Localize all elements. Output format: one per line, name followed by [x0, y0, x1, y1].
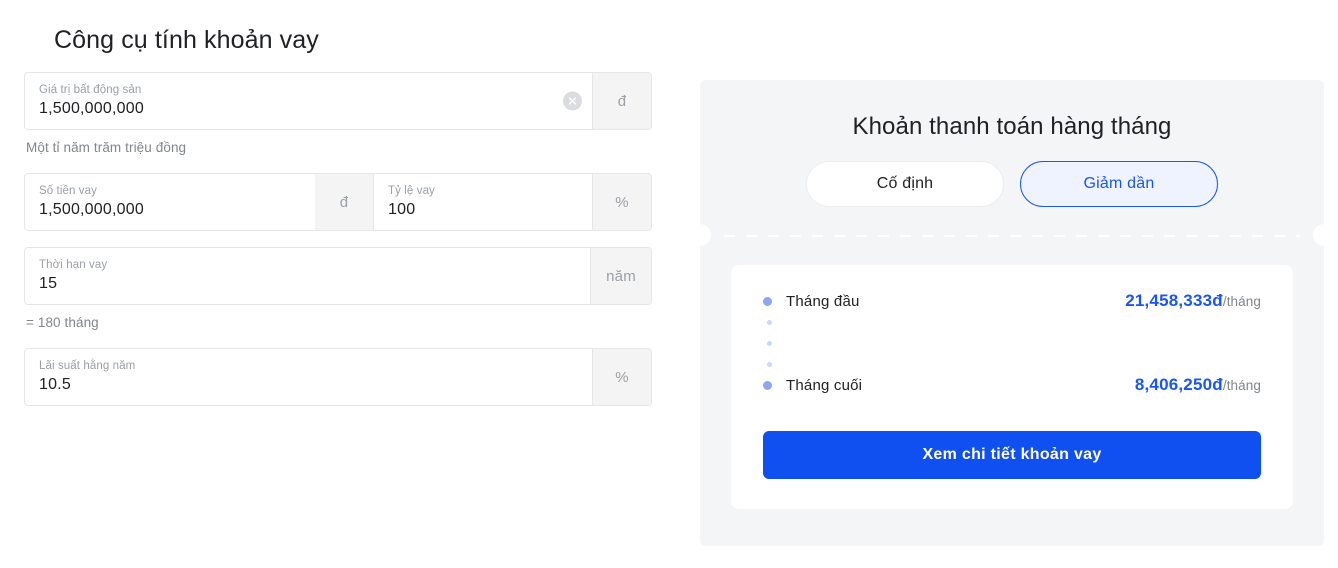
loan-amount-ratio-field-row[interactable]: Số tiền vay 1,500,000,000 đ Tỷ lệ vay 10…	[24, 173, 652, 231]
view-loan-details-button[interactable]: Xem chi tiết khoản vay	[763, 431, 1261, 479]
perforation-notch-left	[689, 224, 711, 246]
bullet-dot-icon	[763, 380, 772, 390]
payment-type-toggle-group: Cố định Giảm dần	[700, 161, 1324, 207]
property-value-input[interactable]: Giá trị bất động sản 1,500,000,000	[25, 73, 592, 129]
field-group-loan-amount-ratio: Số tiền vay 1,500,000,000 đ Tỷ lệ vay 10…	[24, 173, 652, 231]
ellipsis-dot-icon	[767, 362, 772, 367]
loan-amount-input[interactable]: Số tiền vay 1,500,000,000	[25, 174, 315, 230]
first-month-amount: 21,458,333đ	[1125, 291, 1223, 310]
loan-ratio-label: Tỷ lệ vay	[388, 185, 435, 197]
interest-rate-field-row[interactable]: Lãi suất hằng năm 10.5 %	[24, 348, 652, 406]
ellipsis-dot-icon	[767, 320, 772, 325]
field-group-loan-term: Thời hạn vay 15 năm = 180 tháng	[24, 247, 652, 332]
payment-result-list: Tháng đầu 21,458,333đ/tháng Tháng cuối 8…	[763, 289, 1261, 397]
page-title: Công cụ tính khoản vay	[54, 26, 319, 54]
result-row-label-group: Tháng cuối	[763, 377, 862, 394]
ticket-perforation-divider	[689, 224, 1335, 246]
loan-term-label: Thời hạn vay	[39, 259, 108, 271]
loan-calculator-form: Công cụ tính khoản vay Giá trị bất động …	[24, 0, 652, 406]
last-month-label: Tháng cuối	[786, 376, 863, 394]
loan-term-field-row[interactable]: Thời hạn vay 15 năm	[24, 247, 652, 305]
close-circle-icon[interactable]	[563, 91, 582, 111]
loan-amount-value: 1,500,000,000	[39, 201, 144, 218]
last-month-unit: /tháng	[1222, 378, 1261, 393]
loan-term-suffix: năm	[590, 248, 651, 304]
last-month-amount-group: 8,406,250đ/tháng	[1135, 375, 1261, 395]
monthly-payment-panel: Khoản thanh toán hàng tháng Cố định Giảm…	[689, 80, 1335, 546]
loan-term-helper-text: = 180 tháng	[26, 315, 99, 330]
result-row-label-group: Tháng đầu	[763, 293, 860, 310]
result-row-first-month: Tháng đầu 21,458,333đ/tháng	[763, 289, 1261, 313]
perforation-dashed-line	[724, 235, 1300, 237]
loan-amount-label: Số tiền vay	[39, 185, 97, 197]
field-group-property-value: Giá trị bất động sản 1,500,000,000 đ Một…	[24, 72, 652, 157]
loan-amount-suffix: đ	[315, 174, 374, 230]
property-value-value: 1,500,000,000	[39, 100, 144, 117]
ellipsis-dot-icon	[767, 341, 772, 346]
last-month-amount: 8,406,250đ	[1134, 375, 1223, 394]
loan-ratio-value: 100	[388, 201, 416, 218]
bullet-dot-icon	[763, 296, 772, 306]
property-value-field-row[interactable]: Giá trị bất động sản 1,500,000,000 đ	[24, 72, 652, 130]
loan-ratio-suffix: %	[592, 174, 651, 230]
interest-rate-suffix: %	[592, 349, 651, 405]
property-value-helper-text: Một tỉ năm trăm triệu đồng	[26, 140, 187, 155]
property-value-suffix: đ	[592, 73, 651, 129]
result-row-last-month: Tháng cuối 8,406,250đ/tháng	[763, 373, 1261, 397]
first-month-label: Tháng đầu	[786, 292, 860, 310]
toggle-fixed-payment[interactable]: Cố định	[806, 161, 1004, 207]
loan-term-value: 15	[39, 275, 58, 292]
property-value-label: Giá trị bất động sản	[39, 84, 142, 96]
field-group-interest-rate: Lãi suất hằng năm 10.5 %	[24, 348, 652, 406]
loan-term-input[interactable]: Thời hạn vay 15	[25, 248, 590, 304]
ellipsis-dots-group	[763, 313, 1261, 373]
first-month-amount-group: 21,458,333đ/tháng	[1125, 291, 1261, 311]
first-month-unit: /tháng	[1222, 294, 1261, 309]
perforation-notch-right	[1313, 224, 1335, 246]
result-card: Tháng đầu 21,458,333đ/tháng Tháng cuối 8…	[731, 265, 1293, 509]
loan-ratio-input[interactable]: Tỷ lệ vay 100	[374, 174, 592, 230]
interest-rate-input[interactable]: Lãi suất hằng năm 10.5	[25, 349, 592, 405]
panel-heading: Khoản thanh toán hàng tháng	[852, 113, 1172, 140]
interest-rate-label: Lãi suất hằng năm	[39, 360, 136, 372]
interest-rate-value: 10.5	[39, 376, 71, 393]
toggle-decreasing-payment[interactable]: Giảm dần	[1020, 161, 1218, 207]
